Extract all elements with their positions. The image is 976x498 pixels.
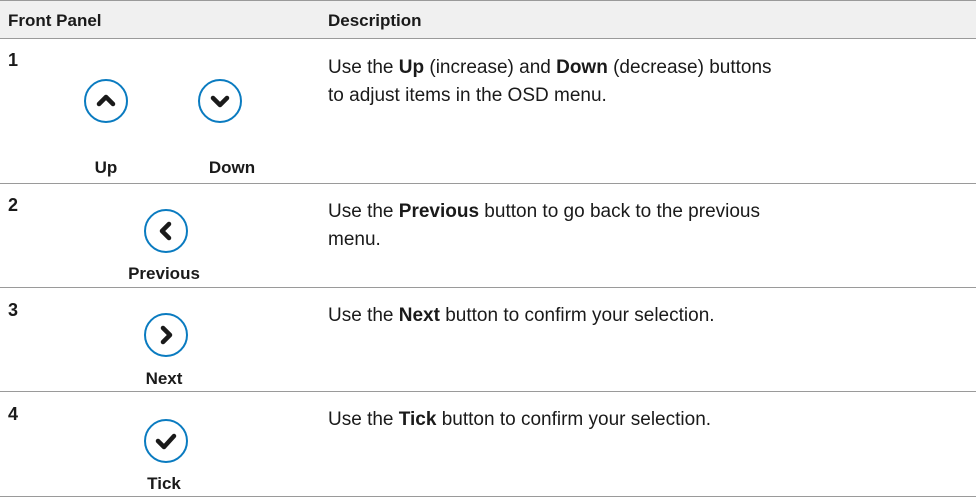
divider	[0, 496, 976, 497]
button-label: Up	[94, 158, 118, 177]
row-description: Use the Up (increase) and Down (decrease…	[328, 57, 772, 106]
checkmark-icon	[155, 433, 177, 450]
divider	[0, 0, 976, 1]
row-number: 2	[8, 195, 19, 215]
row-description: Use the Next button to confirm your sele…	[328, 305, 715, 326]
divider	[0, 183, 976, 184]
table-header: Front Panel Description	[0, 0, 976, 38]
row-number: 3	[8, 300, 19, 320]
up-button[interactable]	[84, 79, 128, 123]
chevron-up-icon	[96, 94, 116, 107]
chevron-down-icon	[210, 95, 230, 108]
row-description: Use the Tick button to confirm your sele…	[328, 409, 712, 430]
previous-button[interactable]	[144, 209, 188, 253]
button-label: Next	[145, 369, 183, 388]
chevron-right-icon	[160, 325, 173, 345]
divider	[0, 287, 976, 288]
button-label: Previous	[128, 264, 200, 283]
divider	[0, 391, 976, 392]
row-number: 1	[8, 50, 19, 70]
divider	[0, 38, 976, 39]
row-number: 4	[8, 404, 19, 424]
tick-button[interactable]	[144, 419, 188, 463]
header-description: Description	[328, 11, 422, 30]
front-panel-table: Front Panel Description 1 Up Down Use th…	[0, 0, 976, 498]
chevron-left-icon	[159, 221, 172, 241]
header-front-panel: Front Panel	[8, 11, 102, 30]
next-button[interactable]	[144, 313, 188, 357]
button-label: Down	[208, 158, 256, 177]
down-button[interactable]	[198, 79, 242, 123]
button-label: Tick	[147, 474, 181, 493]
row-description: Use the Previous button to go back to th…	[328, 201, 760, 250]
